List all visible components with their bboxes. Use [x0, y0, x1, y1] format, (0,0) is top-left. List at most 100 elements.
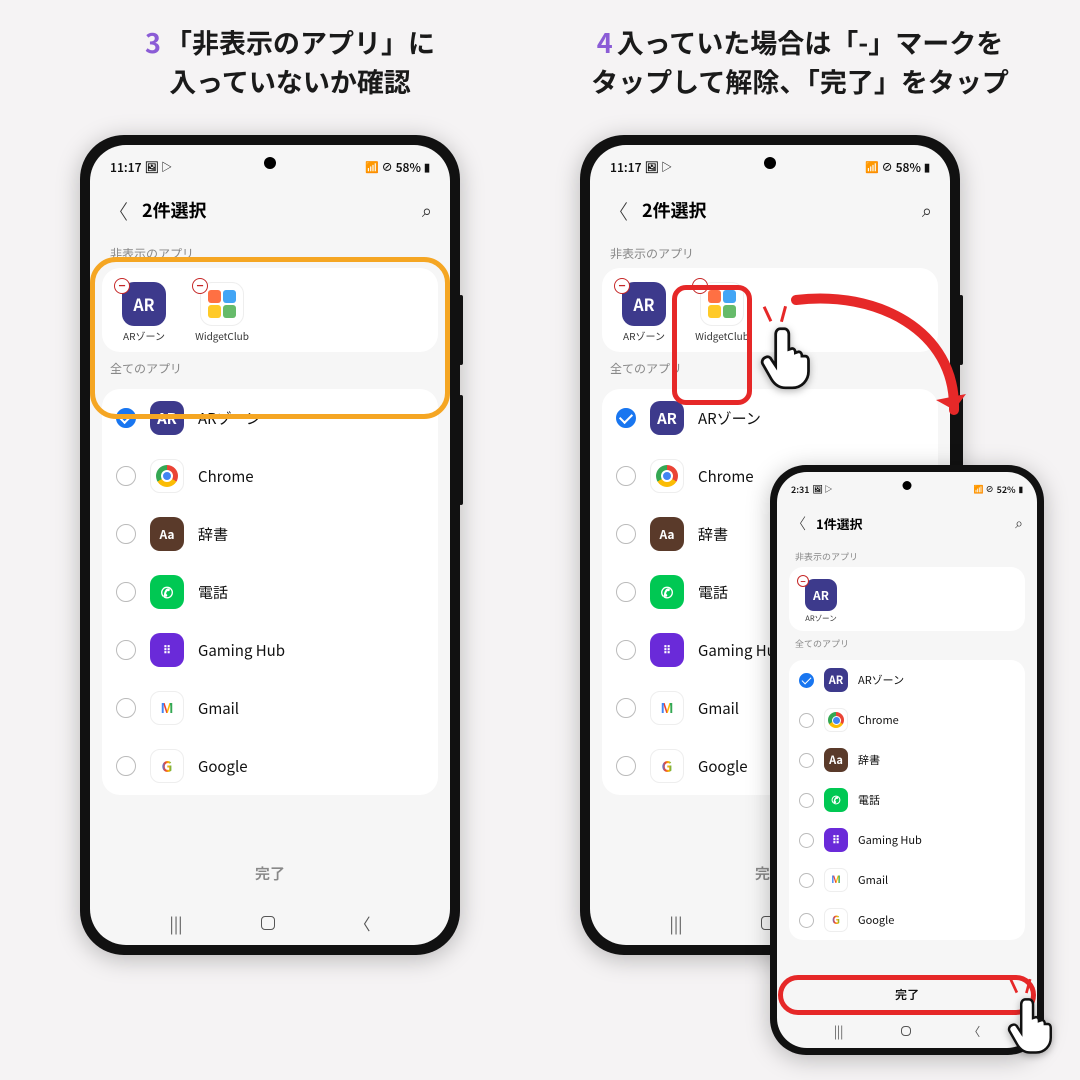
- android-nav[interactable]: ||| 〈: [777, 1014, 1037, 1048]
- hidden-apps-label: 非表示のアプリ: [602, 237, 938, 268]
- nav-recents-icon: |||: [670, 911, 683, 935]
- remove-icon[interactable]: −: [192, 278, 208, 294]
- checkbox-icon[interactable]: [799, 753, 814, 768]
- back-icon[interactable]: 〈: [791, 513, 806, 534]
- app-row-dict[interactable]: Aa 辞書: [789, 740, 1025, 780]
- app-row-label: Google: [858, 912, 894, 928]
- header: 〈 2件選択 ⌕: [590, 183, 950, 237]
- header-title: 2件選択: [142, 197, 408, 223]
- app-row-label: Gaming Hub: [198, 640, 285, 661]
- app-row-gaming[interactable]: ⠿ Gaming Hub: [102, 621, 438, 679]
- app-row-label: 辞書: [198, 524, 228, 545]
- checkbox-icon[interactable]: [616, 582, 636, 602]
- app-row-phone[interactable]: ✆ 電話: [102, 563, 438, 621]
- hidden-apps-label: 非表示のアプリ: [102, 237, 438, 268]
- search-icon[interactable]: ⌕: [922, 197, 932, 223]
- all-apps-label: 全てのアプリ: [789, 631, 1025, 654]
- app-row-phone[interactable]: ✆ 電話: [789, 780, 1025, 820]
- app-row-dict[interactable]: Aa 辞書: [102, 505, 438, 563]
- checkbox-icon[interactable]: [799, 913, 814, 928]
- app-row-label: Google: [198, 756, 248, 777]
- hidden-app-label: ARゾーン: [123, 330, 165, 342]
- app-row-google[interactable]: G Google: [789, 900, 1025, 940]
- app-row-label: Chrome: [858, 712, 899, 728]
- nav-home-icon: [901, 1026, 911, 1036]
- checkbox-icon[interactable]: [116, 524, 136, 544]
- checkbox-icon[interactable]: [799, 713, 814, 728]
- checkbox-icon[interactable]: [116, 756, 136, 776]
- app-row-gmail[interactable]: M Gmail: [789, 860, 1025, 900]
- app-row-chrome[interactable]: Chrome: [789, 700, 1025, 740]
- app-row-ar[interactable]: AR ARゾーン: [789, 660, 1025, 700]
- step3-caption: 3「非表示のアプリ」に 入っていないか確認: [80, 22, 500, 100]
- checkbox-icon[interactable]: [616, 466, 636, 486]
- phone-step4-after: 2:31 🖼 ▷ 📶 ⊘ 52%▮ 〈 1件選択 ⌕ 非表示のアプリ − AR …: [770, 465, 1044, 1055]
- hidden-apps-card: − AR ARゾーン − WidgetClub: [102, 268, 438, 352]
- step4-text: 入っていた場合は「-」マークを タップして解除、「完了」をタップ: [591, 22, 1009, 100]
- app-row-ar[interactable]: AR ARゾーン: [102, 389, 438, 447]
- step4-number: 4: [597, 22, 613, 61]
- remove-icon[interactable]: −: [114, 278, 130, 294]
- hidden-app-wc[interactable]: − WidgetClub: [686, 278, 758, 342]
- checkbox-icon[interactable]: [116, 582, 136, 602]
- hidden-app-ar[interactable]: − AR ARゾーン: [108, 278, 180, 342]
- app-row-label: Gmail: [698, 698, 739, 719]
- header: 〈 2件選択 ⌕: [90, 183, 450, 237]
- hidden-app-wc[interactable]: − WidgetClub: [186, 278, 258, 342]
- done-button[interactable]: 完了: [90, 845, 450, 901]
- hidden-app-label: ARゾーン: [805, 614, 836, 623]
- checkbox-icon[interactable]: [116, 466, 136, 486]
- hidden-app-label: WidgetClub: [195, 330, 249, 342]
- checkbox-icon[interactable]: [116, 408, 136, 428]
- all-apps-label: 全てのアプリ: [602, 352, 938, 383]
- camera-hole-icon: [764, 157, 776, 169]
- checkbox-icon[interactable]: [799, 833, 814, 848]
- header: 〈 1件選択 ⌕: [777, 502, 1037, 544]
- remove-icon[interactable]: −: [692, 278, 708, 294]
- app-row-label: Google: [698, 756, 748, 777]
- app-row-gmail[interactable]: M Gmail: [102, 679, 438, 737]
- status-battery: 58%: [396, 159, 421, 176]
- hidden-app-ar[interactable]: − AR ARゾーン: [608, 278, 680, 342]
- checkbox-icon[interactable]: [616, 756, 636, 776]
- remove-icon[interactable]: −: [614, 278, 630, 294]
- app-row-label: 辞書: [698, 524, 728, 545]
- header-title: 2件選択: [642, 197, 908, 223]
- app-row-label: Chrome: [698, 466, 754, 487]
- header-title: 1件選択: [816, 514, 1005, 533]
- app-row-label: ARゾーン: [858, 672, 904, 688]
- app-row-label: Gmail: [858, 872, 888, 888]
- step3-text: 「非表示のアプリ」に 入っていないか確認: [165, 22, 435, 100]
- app-row-google[interactable]: G Google: [102, 737, 438, 795]
- hidden-app-label: ARゾーン: [623, 330, 665, 342]
- search-icon[interactable]: ⌕: [422, 197, 432, 223]
- app-row-label: Gmail: [198, 698, 239, 719]
- app-row-label: 電話: [198, 582, 228, 603]
- app-row-label: 電話: [858, 792, 880, 808]
- checkbox-icon[interactable]: [799, 673, 814, 688]
- hidden-app-label: WidgetClub: [695, 330, 749, 342]
- checkbox-icon[interactable]: [616, 698, 636, 718]
- nav-recents-icon: |||: [170, 911, 183, 935]
- app-row-gaming[interactable]: ⠿ Gaming Hub: [789, 820, 1025, 860]
- app-row-ar[interactable]: AR ARゾーン: [602, 389, 938, 447]
- search-icon[interactable]: ⌕: [1015, 513, 1023, 533]
- checkbox-icon[interactable]: [116, 640, 136, 660]
- checkbox-icon[interactable]: [116, 698, 136, 718]
- checkbox-icon[interactable]: [616, 640, 636, 660]
- done-button[interactable]: 完了: [777, 974, 1037, 1014]
- back-icon[interactable]: 〈: [108, 196, 128, 225]
- back-icon[interactable]: 〈: [608, 196, 628, 225]
- checkbox-icon[interactable]: [616, 408, 636, 428]
- all-apps-list: AR ARゾーン Chrome Aa 辞書 ✆ 電話 ⠿ Gaming Hub …: [102, 389, 438, 795]
- hidden-app-ar[interactable]: − AR ARゾーン: [793, 575, 849, 623]
- hidden-apps-label: 非表示のアプリ: [789, 544, 1025, 567]
- checkbox-icon[interactable]: [799, 793, 814, 808]
- android-nav[interactable]: ||| 〈: [90, 901, 450, 945]
- nav-back-icon: 〈: [354, 911, 370, 935]
- checkbox-icon[interactable]: [799, 873, 814, 888]
- app-row-chrome[interactable]: Chrome: [102, 447, 438, 505]
- checkbox-icon[interactable]: [616, 524, 636, 544]
- remove-icon[interactable]: −: [797, 575, 809, 587]
- app-row-label: 辞書: [858, 752, 880, 768]
